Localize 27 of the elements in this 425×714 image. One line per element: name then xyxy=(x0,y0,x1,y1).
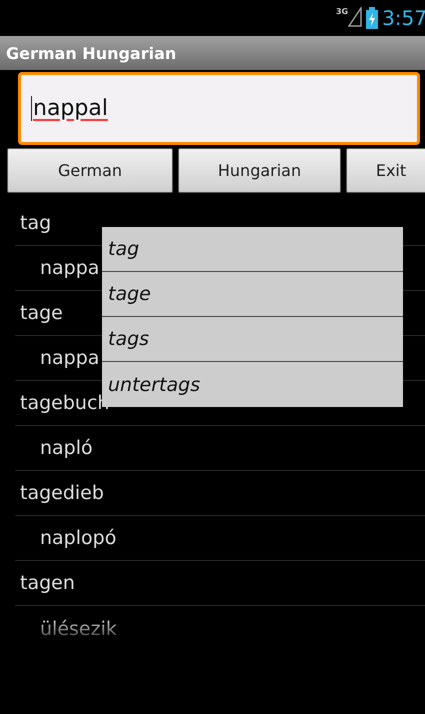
list-item[interactable]: ülésezik xyxy=(15,606,425,651)
language-button[interactable]: Exit xyxy=(346,148,425,193)
language-button[interactable]: Hungarian xyxy=(178,148,341,193)
suggestion-item[interactable]: tage xyxy=(102,272,403,317)
search-text: nappal xyxy=(31,96,108,121)
search-field[interactable]: nappal xyxy=(18,72,420,145)
headword: tagedieb xyxy=(19,482,104,504)
suggestion-item[interactable]: tag xyxy=(102,227,403,272)
list-item[interactable]: tagen xyxy=(15,561,425,606)
suggestion-item[interactable]: tags xyxy=(102,317,403,362)
list-item[interactable]: tagedieb xyxy=(15,471,425,516)
translation: napló xyxy=(39,437,93,459)
translation: naplopó xyxy=(39,527,116,549)
network-type: 3G xyxy=(336,7,348,16)
list-item[interactable]: napló xyxy=(15,426,425,471)
translation: nappa xyxy=(39,347,100,369)
translation: nappa xyxy=(39,257,100,279)
signal-icon xyxy=(348,7,362,27)
headword: tagen xyxy=(19,572,75,594)
app-title: German Hungarian xyxy=(6,44,176,62)
headword: tage xyxy=(19,302,63,324)
language-button[interactable]: German xyxy=(7,148,173,193)
headword: tag xyxy=(19,212,52,234)
suggestion-item[interactable]: untertags xyxy=(102,362,403,407)
battery-charging-icon xyxy=(366,7,378,29)
clock: 3:57 xyxy=(382,6,425,30)
list-item[interactable]: naplopó xyxy=(15,516,425,561)
